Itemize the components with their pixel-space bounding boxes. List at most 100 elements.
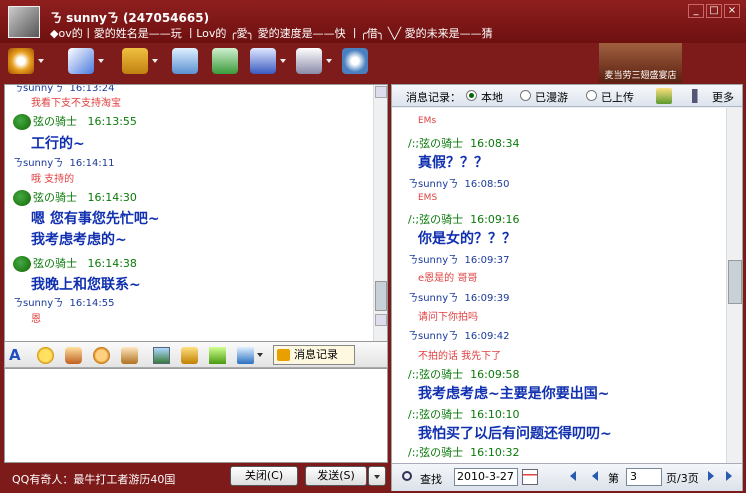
export-icon[interactable] [656, 88, 672, 104]
last-page-icon[interactable] [726, 471, 732, 481]
history-sender-12: ㄋsunnyㄋ 16:09:42 [408, 331, 510, 342]
history-header-label: 消息记录： [406, 91, 461, 104]
page-input[interactable]: 3 [626, 468, 662, 486]
chevron-down-icon[interactable] [257, 353, 263, 357]
message-input[interactable] [4, 368, 388, 463]
chevron-down-icon [374, 475, 380, 479]
image-icon[interactable] [153, 347, 170, 364]
chevron-down-icon[interactable] [280, 59, 286, 63]
history-scrollbar[interactable] [726, 108, 742, 463]
chat-sender-12: ㄋsunnyㄋ 16:14:55 [13, 298, 115, 309]
toolbar [0, 43, 600, 83]
radio-local-label[interactable]: 本地 [481, 89, 503, 105]
chat-sender-3: 弦の骑士 16:13:55 [13, 113, 137, 130]
calendar-icon[interactable] [522, 469, 538, 485]
message-record-button[interactable]: 消息记录 [273, 345, 355, 365]
video-icon[interactable] [8, 48, 34, 74]
scroll-up-button[interactable] [375, 86, 387, 98]
ad-text-link[interactable]: QQ有奇人：最牛打工者游历40国 [12, 471, 175, 487]
magic-emoji-icon[interactable] [65, 347, 82, 364]
history-message-7: 你是女的？？？ [418, 231, 516, 247]
radio-local[interactable] [466, 90, 477, 101]
scroll-thumb[interactable] [728, 260, 742, 304]
history-message-1: EMs [418, 116, 437, 126]
chat-message-9: 我考虑考虑的~ [31, 232, 127, 248]
history-sender-4: ㄋsunnyㄋ 16:08:50 [408, 179, 510, 190]
avatar[interactable] [8, 6, 40, 38]
ad-banner[interactable]: 麦当劳三翅盛宴店 [599, 43, 682, 83]
chevron-down-icon[interactable] [326, 59, 332, 63]
history-sender-14: /:;弦の骑士 16:09:58 [408, 368, 520, 381]
search-icon[interactable] [402, 471, 412, 481]
page-total: 页/3页 [666, 472, 699, 485]
status-message: ◆ov的丨愛的姓名是——玩 丨Lov的 ╭愛╮ 愛的速度是——快 丨╭借╮ ╲╱… [50, 27, 493, 40]
history-message-3: 真假？？？ [418, 155, 488, 171]
email-icon[interactable] [172, 48, 198, 74]
history-message-17: 我怕买了以后有问题还得叨叨~ [418, 426, 612, 442]
page-label: 第 [608, 472, 619, 485]
chat-sender-10: 弦の骑士 16:14:38 [13, 255, 137, 272]
send-button[interactable]: 发送(S) [305, 466, 367, 486]
radio-roam[interactable] [520, 90, 531, 101]
chat-log: ㄋsunnyㄋ 16:13:24 我看下支不支持淘宝 弦の骑士 16:13:55… [4, 84, 388, 342]
shake-icon[interactable] [93, 347, 110, 364]
close-button[interactable]: × [724, 4, 740, 18]
scroll-down-button[interactable] [375, 314, 387, 326]
scroll-thumb[interactable] [375, 281, 387, 311]
more-button[interactable]: 更多 [712, 89, 734, 105]
history-sender-10: ㄋsunnyㄋ 16:09:39 [408, 293, 510, 304]
game-icon[interactable] [296, 48, 322, 74]
next-page-icon[interactable] [708, 471, 714, 481]
doodle-icon[interactable] [121, 347, 138, 364]
chat-message-6: 哦 支持的 [31, 174, 75, 185]
chat-message-11: 我晚上和您联系~ [31, 277, 141, 293]
speaker-icon[interactable] [692, 89, 706, 103]
radio-upload[interactable] [586, 90, 597, 101]
chevron-down-icon[interactable] [38, 59, 44, 63]
voice-icon[interactable] [68, 48, 94, 74]
emoji-icon[interactable] [37, 347, 54, 364]
chat-message-2: 我看下支不支持淘宝 [31, 98, 121, 109]
app-icon[interactable] [250, 48, 276, 74]
gift-icon[interactable] [209, 347, 226, 364]
chevron-down-icon[interactable] [152, 59, 158, 63]
history-message-11: 请问下你拍吗 [418, 312, 478, 323]
window-title: ㄋ sunnyㄋ (247054665) [50, 11, 210, 25]
send-options-button[interactable] [368, 466, 386, 486]
history-header: 消息记录： 本地 已漫游 已上传 更多 [392, 85, 742, 107]
chat-scrollbar[interactable] [373, 85, 387, 341]
radio-roam-label[interactable]: 已漫游 [535, 89, 568, 105]
turtle-icon [13, 190, 31, 206]
font-icon[interactable]: A [9, 347, 26, 364]
history-sender-2: /:;弦の骑士 16:08:34 [408, 137, 520, 150]
chat-message-13: 恩 [31, 314, 41, 325]
close-chat-button[interactable]: 关闭(C) [230, 466, 298, 486]
chevron-down-icon[interactable] [98, 59, 104, 63]
prev-page-icon[interactable] [592, 471, 598, 481]
chat-sender-7: 弦の骑士 16:14:30 [13, 189, 137, 206]
first-page-icon[interactable] [570, 471, 576, 481]
bottom-bar: QQ有奇人：最牛打工者游历40国 关闭(C) 发送(S) [4, 463, 388, 491]
add-icon[interactable] [212, 48, 238, 74]
music-icon[interactable] [181, 347, 198, 364]
format-toolbar: A 消息记录 [4, 342, 388, 368]
chat-pane: ㄋsunnyㄋ 16:13:24 我看下支不支持淘宝 弦の骑士 16:13:55… [4, 84, 388, 491]
radio-upload-label[interactable]: 已上传 [601, 89, 634, 105]
history-sender-18: /:;弦の骑士 16:10:32 [408, 446, 520, 459]
search-label[interactable]: 查找 [420, 471, 442, 487]
history-pane: 消息记录： 本地 已漫游 已上传 更多 EMs /:;弦の骑士 16:08:34… [391, 84, 743, 491]
screenshot-icon[interactable] [237, 347, 254, 364]
history-footer: 查找 2010-3-27 第 3 页/3页 [392, 463, 742, 491]
chat-window: ㄋ sunnyㄋ (247054665) ◆ov的丨愛的姓名是——玩 丨Lov的… [0, 0, 746, 493]
turtle-icon [13, 114, 31, 130]
title-bar: ㄋ sunnyㄋ (247054665) ◆ov的丨愛的姓名是——玩 丨Lov的… [0, 0, 746, 43]
file-transfer-icon[interactable] [122, 48, 148, 74]
date-field[interactable]: 2010-3-27 [454, 468, 518, 486]
minimize-button[interactable]: _ [688, 4, 704, 18]
settings-icon[interactable] [342, 48, 368, 74]
chat-sender-5: ㄋsunnyㄋ 16:14:11 [13, 158, 115, 169]
history-sender-6: /:;弦の骑士 16:09:16 [408, 213, 520, 226]
maximize-button[interactable]: □ [706, 4, 722, 18]
history-message-9: e恩是的 哥哥 [418, 273, 478, 284]
chat-message-8: 嗯 您有事您先忙吧~ [31, 211, 160, 227]
